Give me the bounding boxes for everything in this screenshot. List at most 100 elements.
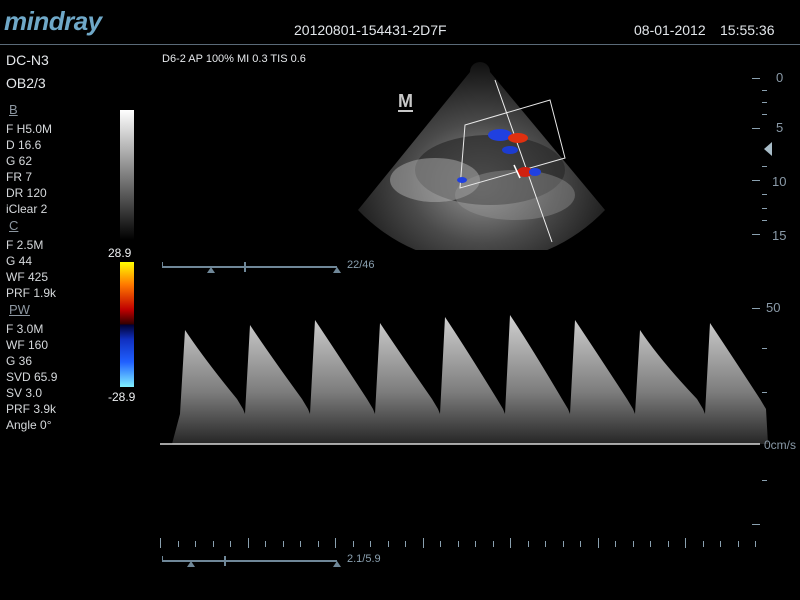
pw-param: SVD 65.9 — [6, 370, 58, 384]
pw-mode-title: PW — [9, 302, 30, 317]
time-tick — [265, 541, 266, 547]
slider-marker-icon — [207, 267, 215, 273]
baseline-label: 0cm/s — [764, 438, 797, 452]
time-tick — [317, 541, 319, 547]
preset-label: OB2/3 — [6, 75, 46, 91]
depth-tick — [762, 166, 767, 167]
depth-tick — [762, 102, 767, 103]
b-mode-title: B — [9, 102, 18, 117]
b-param: FR 7 — [6, 170, 33, 184]
depth-tick — [762, 194, 767, 195]
b-param: D 16.6 — [6, 138, 42, 152]
c-mode-title: C — [9, 218, 19, 233]
exam-id: 20120801-154431-2D7F — [294, 22, 447, 38]
time-tick — [650, 541, 651, 547]
doppler-waveform — [172, 315, 768, 444]
slider-marker-icon — [333, 561, 341, 567]
velocity-tick — [762, 348, 767, 349]
slider-value: 22/46 — [347, 259, 375, 271]
c-param: F 2.5M — [6, 238, 44, 252]
b-param: DR 120 — [6, 186, 47, 200]
velocity-slider[interactable]: 2.1/5.9 — [162, 553, 402, 570]
velocity-tick — [752, 524, 760, 525]
time-tick — [492, 541, 494, 547]
exam-date: 08-01-2012 — [634, 22, 706, 38]
depth-tick — [762, 208, 767, 209]
slider-marker-icon — [333, 267, 341, 273]
time-tick — [195, 541, 196, 547]
time-tick — [737, 541, 739, 547]
depth-tick — [752, 180, 760, 181]
depth-label: 10 — [772, 174, 787, 189]
time-tick — [720, 541, 721, 547]
depth-tick — [752, 78, 760, 79]
exam-time: 15:55:36 — [720, 22, 775, 38]
image-params: D6-2 AP 100% MI 0.3 TIS 0.6 — [162, 53, 306, 65]
time-tick — [510, 538, 511, 548]
doppler-flow-blue — [457, 177, 467, 183]
slider-end — [162, 556, 163, 562]
b-param: F H5.0M — [6, 122, 53, 136]
time-tick — [685, 538, 686, 548]
doppler-flow-blue — [502, 146, 518, 154]
time-tick — [422, 538, 424, 548]
slider-marker-icon — [187, 561, 195, 567]
header-divider — [0, 44, 800, 45]
time-tick — [457, 541, 459, 547]
grayscale-bar — [120, 110, 134, 240]
time-tick — [387, 541, 389, 547]
time-tick — [160, 538, 161, 548]
focus-marker-icon[interactable] — [764, 142, 772, 156]
depth-label: 0 — [776, 70, 784, 85]
time-tick — [580, 541, 581, 547]
orientation-marker: M — [398, 91, 413, 112]
color-scale-max: 28.9 — [108, 246, 132, 260]
time-tick — [370, 541, 371, 547]
time-tick — [755, 541, 756, 547]
time-tick — [440, 541, 441, 547]
time-tick — [352, 541, 354, 547]
doppler-flow-red — [508, 133, 528, 143]
bmode-sector-image — [358, 62, 605, 250]
time-tick — [405, 541, 406, 547]
time-tick — [247, 538, 249, 548]
depth-label: 15 — [772, 228, 787, 243]
time-tick — [475, 541, 476, 547]
pw-param: G 36 — [6, 354, 33, 368]
depth-scale: 0 5 10 15 — [752, 70, 800, 243]
time-tick — [212, 541, 214, 547]
color-scale-min: -28.9 — [108, 390, 136, 404]
color-velocity-bar — [120, 262, 134, 387]
time-tick — [667, 541, 669, 547]
doppler-flow-blue — [529, 168, 541, 176]
time-ruler — [160, 538, 760, 550]
time-tick — [702, 541, 704, 547]
time-tick — [282, 541, 284, 547]
time-tick — [230, 541, 231, 547]
slider-thumb[interactable] — [244, 262, 246, 272]
velocity-tick — [762, 480, 767, 481]
velocity-tick — [752, 308, 760, 309]
time-tick — [527, 541, 529, 547]
time-tick — [335, 538, 336, 548]
time-tick — [562, 541, 564, 547]
c-param: G 44 — [6, 254, 33, 268]
depth-label: 5 — [776, 120, 784, 135]
tissue-echo — [455, 170, 575, 220]
time-tick — [177, 541, 179, 547]
pw-param: SV 3.0 — [6, 386, 43, 400]
slider-thumb[interactable] — [224, 556, 226, 566]
spectral-doppler-trace — [160, 315, 768, 445]
pw-param: WF 160 — [6, 338, 49, 352]
b-param: G 62 — [6, 154, 33, 168]
velocity-scale: 50 0cm/s — [752, 300, 800, 540]
depth-tick — [762, 220, 767, 221]
slider-value: 2.1/5.9 — [347, 553, 381, 565]
slider-end — [162, 262, 163, 268]
sweep-slider[interactable]: 22/46 — [162, 259, 382, 276]
probe-label: DC-N3 — [6, 52, 49, 68]
time-tick — [545, 541, 546, 547]
depth-tick — [762, 90, 767, 91]
depth-tick — [752, 234, 760, 235]
time-tick — [300, 541, 301, 547]
